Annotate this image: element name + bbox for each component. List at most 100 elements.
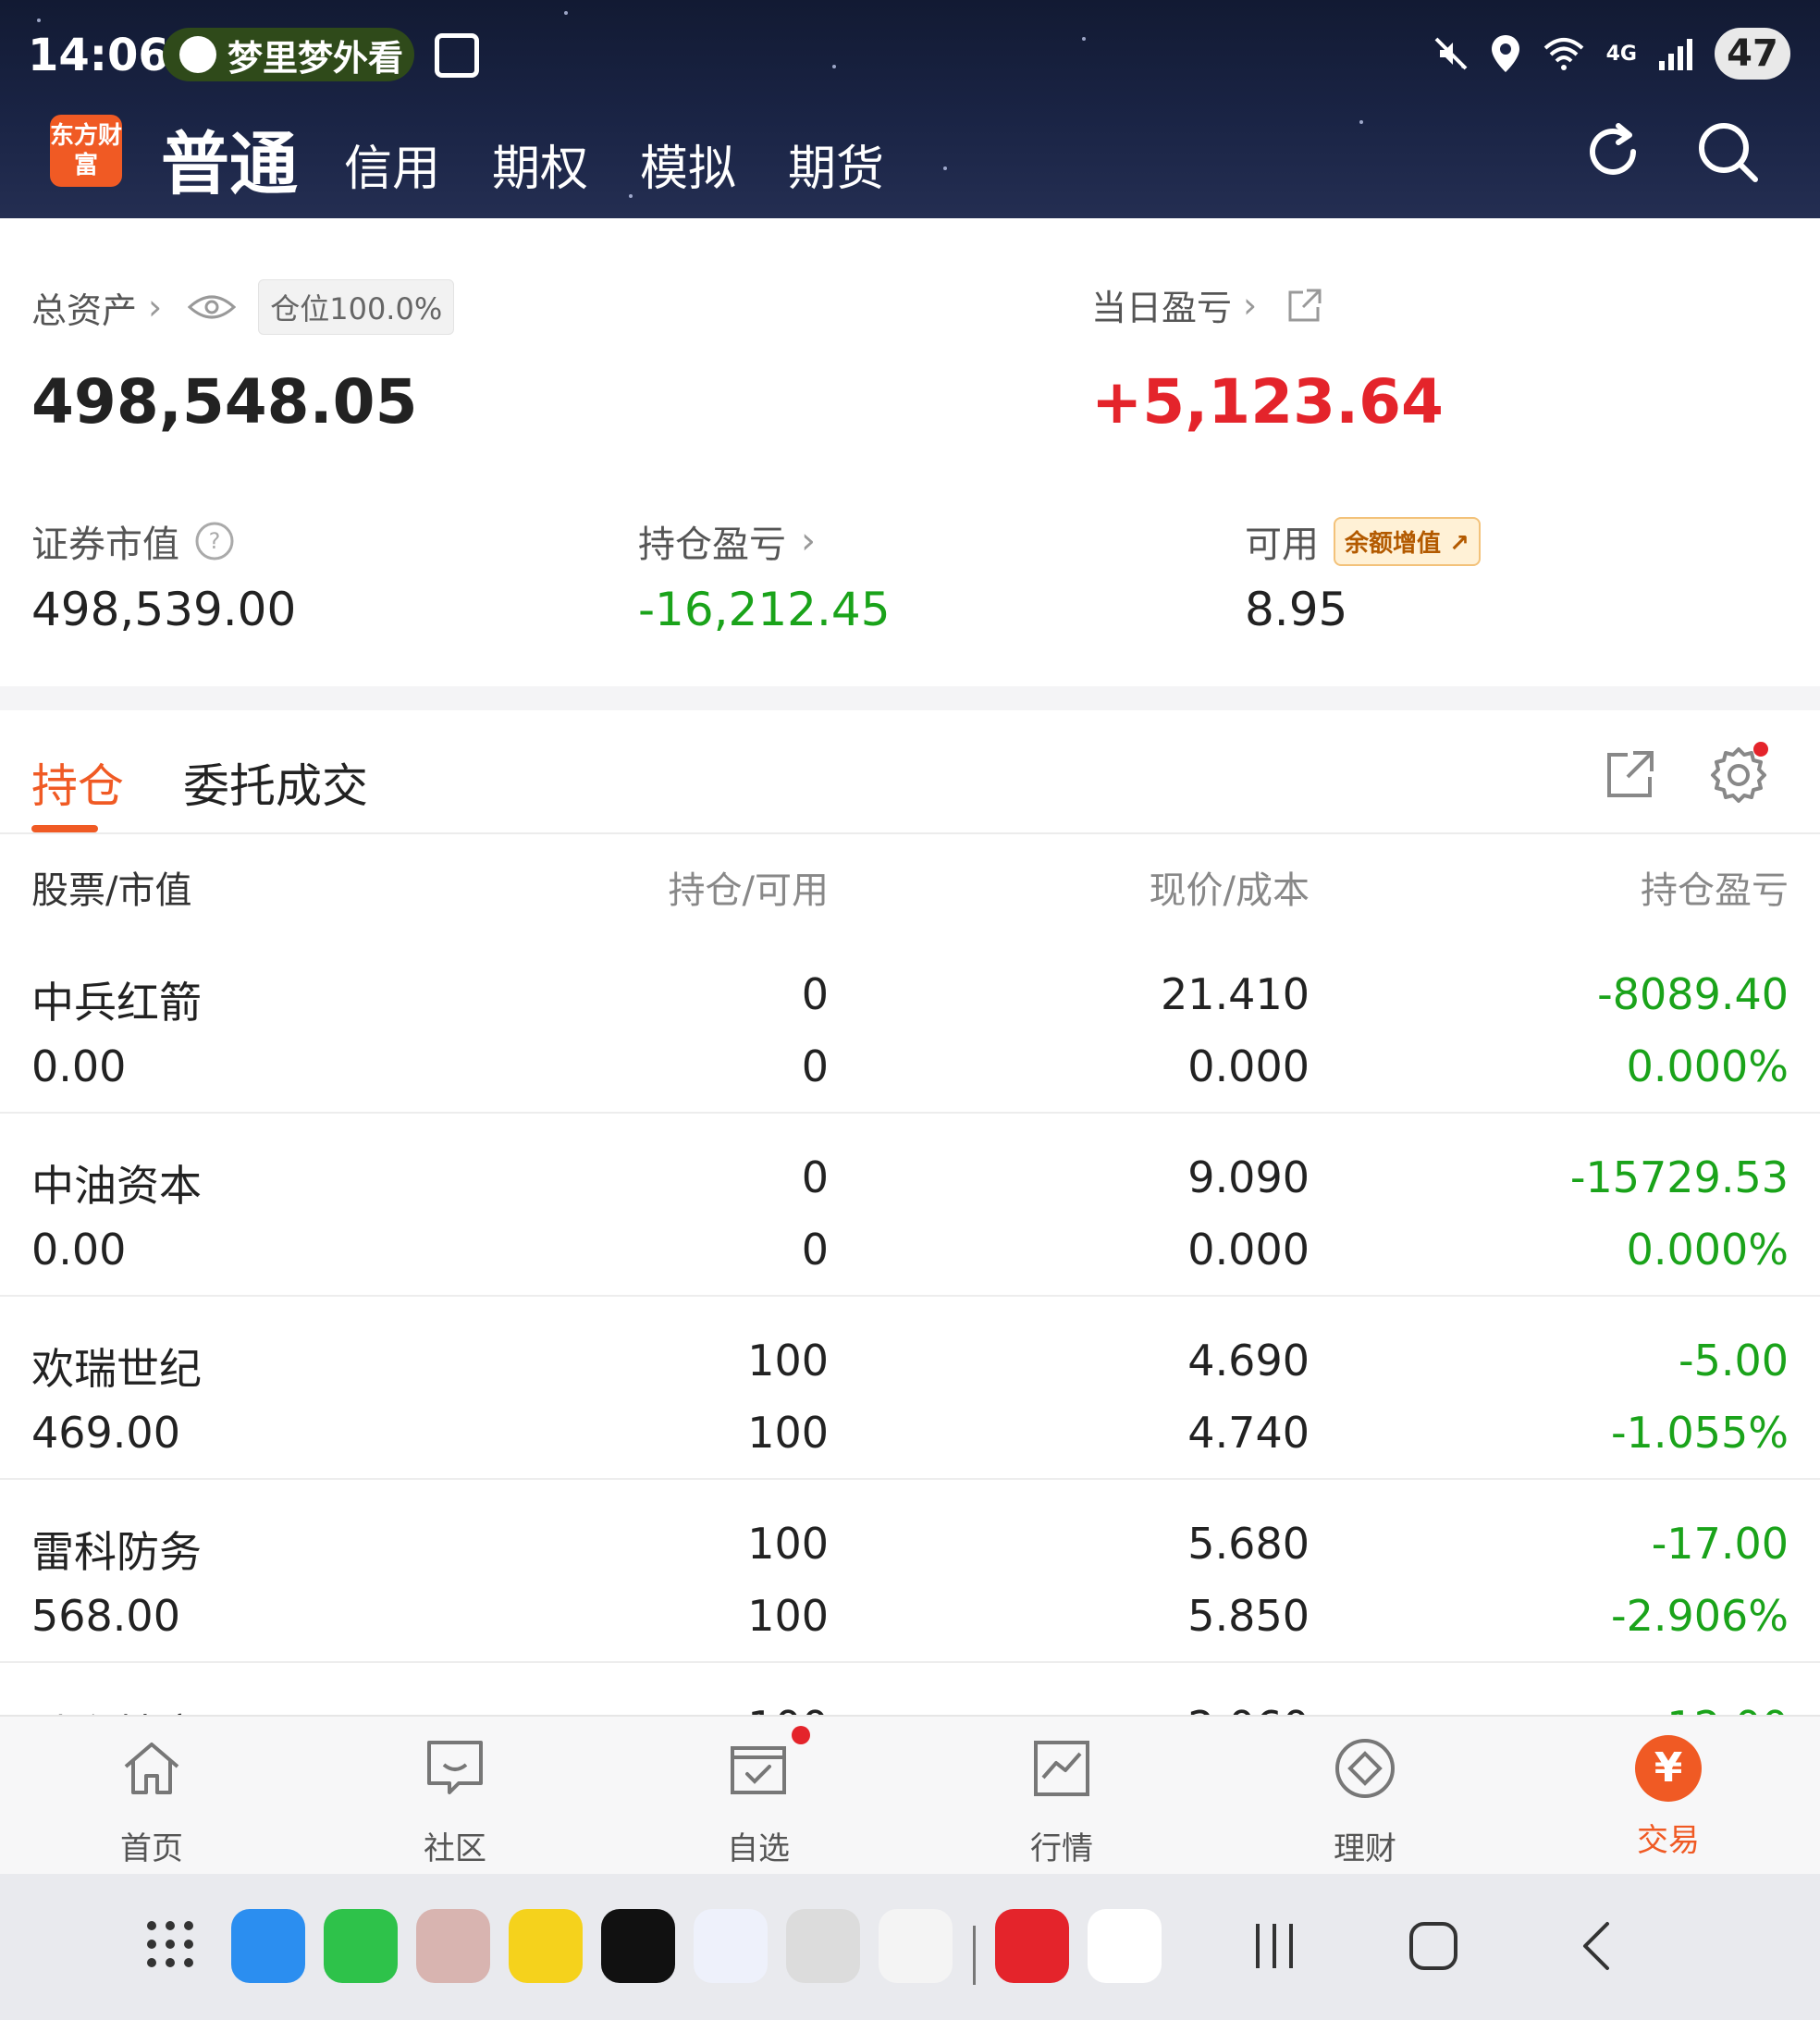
market-value-header: 证券市值 ? xyxy=(31,514,235,568)
watchlist-badge-dot xyxy=(792,1726,810,1744)
status-icons: 4G 47 xyxy=(1433,28,1790,80)
table-row-partial[interactable]: 胜利精密 100 2.060 -12.00 xyxy=(0,1663,1820,1715)
stock-app-icon[interactable] xyxy=(995,1909,1069,1983)
stock-market-value: 0.00 xyxy=(31,1041,127,1091)
market-value-label: 证券市值 xyxy=(31,523,179,566)
holding-pnl: -15729.53 xyxy=(1569,1152,1789,1202)
available-qty: 100 xyxy=(747,1591,829,1641)
nav-wealth-label: 理财 xyxy=(1334,1830,1396,1867)
col-holding-pnl: 持仓盈亏 xyxy=(1641,869,1789,912)
nav-home[interactable]: 首页 xyxy=(59,1735,244,1868)
trade-icon: ¥ xyxy=(1635,1735,1702,1802)
tab-orders[interactable]: 委托成交 xyxy=(183,749,368,816)
available-qty: 0 xyxy=(801,1041,829,1091)
recent-apps-icon[interactable] xyxy=(1248,1920,1300,1972)
holding-pnl: -5.00 xyxy=(1678,1336,1789,1386)
daily-pnl-header[interactable]: 当日盈亏 › xyxy=(1091,279,1323,330)
background-star xyxy=(564,11,568,15)
table-row[interactable]: 雷科防务 568.00 100 100 5.680 5.850 -17.00 -… xyxy=(0,1480,1820,1663)
chat-icon xyxy=(427,1741,483,1794)
available-label: 可用 xyxy=(1245,523,1319,566)
dock-separator xyxy=(973,1926,976,1985)
wechat-icon[interactable] xyxy=(324,1909,398,1983)
chevron-right-icon: › xyxy=(1243,284,1258,326)
cost-price: 0.000 xyxy=(1187,1225,1310,1275)
tab-credit[interactable]: 信用 xyxy=(344,129,440,199)
app-header: 14:06 梦里梦外看 4G 47 东方财富 普通 信用 期权 模拟 期货 xyxy=(0,0,1820,218)
available-header: 可用 余额增值 ↗ xyxy=(1245,514,1481,568)
phone-icon[interactable] xyxy=(231,1909,305,1983)
stock-market-value: 0.00 xyxy=(31,1225,127,1275)
stock-name: 欢瑞世纪 xyxy=(31,1344,202,1394)
settings-badge-dot xyxy=(1753,742,1768,757)
back-icon[interactable] xyxy=(1572,1920,1624,1972)
screen-capture-icon xyxy=(435,33,479,78)
nav-wealth[interactable]: 理财 xyxy=(1273,1735,1457,1868)
current-price: 2.060 xyxy=(1187,1702,1310,1715)
refresh-icon[interactable] xyxy=(1578,117,1648,187)
nav-watchlist[interactable]: 自选 xyxy=(666,1735,851,1868)
background-star xyxy=(1359,120,1363,124)
app-drawer-icon[interactable] xyxy=(144,1918,196,1970)
total-assets-label: 总资产 xyxy=(31,289,138,331)
holding-pnl-label: 持仓盈亏 xyxy=(638,523,786,566)
background-star xyxy=(1082,37,1086,41)
notification-pill[interactable]: 梦里梦外看 xyxy=(163,28,414,81)
camera-icon[interactable] xyxy=(786,1909,860,1983)
cost-price: 5.850 xyxy=(1187,1591,1310,1641)
tiktok-icon[interactable] xyxy=(601,1909,675,1983)
video-icon[interactable] xyxy=(879,1909,953,1983)
daily-pnl-value: +5,123.64 xyxy=(1091,366,1444,437)
table-row[interactable]: 欢瑞世纪 469.00 100 100 4.690 4.740 -5.00 -1… xyxy=(0,1297,1820,1480)
table-row[interactable]: 中兵红箭 0.00 0 0 21.410 0.000 -8089.40 0.00… xyxy=(0,930,1820,1114)
tab-simulated[interactable]: 模拟 xyxy=(640,129,736,199)
market-value: 498,539.00 xyxy=(31,583,297,636)
tab-normal[interactable]: 普通 xyxy=(161,109,298,208)
share-icon[interactable] xyxy=(1286,287,1323,324)
holding-pnl-header[interactable]: 持仓盈亏 › xyxy=(638,514,816,568)
system-dock xyxy=(0,1874,1820,2020)
tab-futures[interactable]: 期货 xyxy=(788,129,884,199)
svg-text:?: ? xyxy=(209,528,221,554)
battery-level: 47 xyxy=(1715,28,1790,80)
search-icon[interactable] xyxy=(1692,117,1763,187)
market-chart-icon xyxy=(1034,1741,1089,1796)
help-icon[interactable]: ? xyxy=(194,521,235,561)
background-star xyxy=(832,65,836,68)
position-qty: 0 xyxy=(801,1152,829,1202)
app-notification-icon xyxy=(179,36,216,73)
location-icon xyxy=(1491,35,1519,72)
stock-name: 中油资本 xyxy=(31,1161,202,1211)
current-price: 5.680 xyxy=(1187,1519,1310,1569)
available-qty: 100 xyxy=(747,1408,829,1458)
network-type: 4G xyxy=(1605,42,1637,66)
col-stock-value: 股票/市值 xyxy=(31,860,191,914)
contact-avatar-icon[interactable] xyxy=(416,1909,490,1983)
nav-market[interactable]: 行情 xyxy=(969,1735,1154,1868)
export-icon[interactable] xyxy=(1605,749,1655,799)
position-qty: 100 xyxy=(747,1336,829,1386)
bank-icon[interactable] xyxy=(1088,1909,1162,1983)
music-icon[interactable] xyxy=(509,1909,583,1983)
nav-community[interactable]: 社区 xyxy=(363,1735,547,1868)
tab-options[interactable]: 期权 xyxy=(492,129,588,199)
col-price-cost: 现价/成本 xyxy=(1149,869,1310,912)
background-star xyxy=(37,18,41,22)
nav-trade[interactable]: ¥ 交易 xyxy=(1576,1735,1761,1860)
app-logo: 东方财富 xyxy=(50,115,122,187)
arrow-up-icon: ↗ xyxy=(1441,529,1470,558)
section-divider xyxy=(0,686,1820,710)
account-type-tabs: 信用 期权 模拟 期货 xyxy=(344,129,884,199)
table-row[interactable]: 中油资本 0.00 0 0 9.090 0.000 -15729.53 0.00… xyxy=(0,1114,1820,1297)
holding-pnl-pct: 0.000% xyxy=(1626,1225,1789,1275)
deepseek-icon[interactable] xyxy=(694,1909,768,1983)
balance-promo-badge[interactable]: 余额增值 ↗ xyxy=(1334,516,1481,566)
eye-icon[interactable] xyxy=(188,292,237,322)
holdings-tabs: 持仓 委托成交 xyxy=(0,710,1820,834)
home-button-icon[interactable] xyxy=(1408,1920,1459,1972)
holding-pnl: -12.00 xyxy=(1652,1702,1789,1715)
total-assets-header[interactable]: 总资产 › 仓位100.0% xyxy=(31,279,455,335)
nav-community-label: 社区 xyxy=(424,1830,486,1867)
current-price: 21.410 xyxy=(1161,969,1310,1019)
tab-holdings[interactable]: 持仓 xyxy=(31,749,124,816)
